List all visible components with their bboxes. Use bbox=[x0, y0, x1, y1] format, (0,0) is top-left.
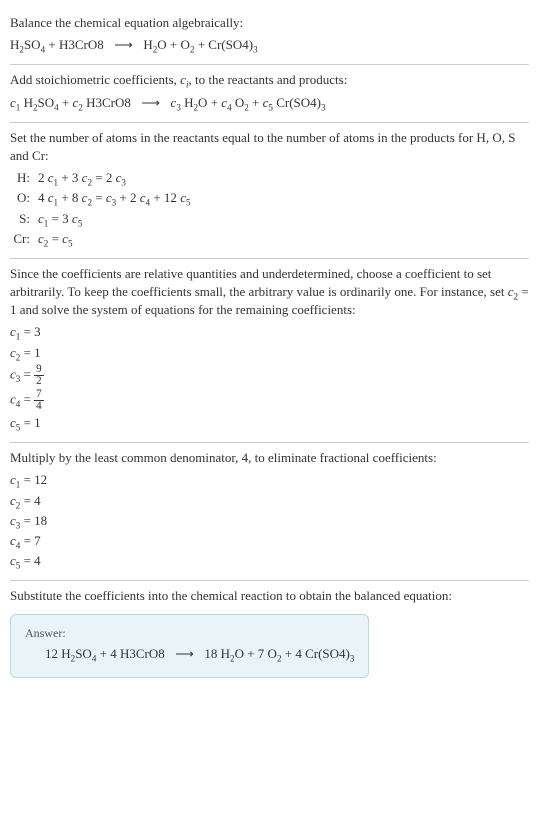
equation-with-coefficients: c1 H2SO4 + c2 H3CrO8 ⟶ c3 H2O + c4 O2 + … bbox=[10, 94, 529, 112]
section-title: Set the number of atoms in the reactants… bbox=[10, 129, 529, 165]
atom-equation: c2 = c5 bbox=[38, 230, 73, 248]
answer-label: Answer: bbox=[25, 625, 354, 642]
atom-equation: 2 c1 + 3 c2 = 2 c3 bbox=[38, 169, 126, 187]
atom-row-cr: Cr: c2 = c5 bbox=[10, 230, 529, 248]
coeff-row: c3 = 18 bbox=[10, 512, 529, 530]
section-title: Add stoichiometric coefficients, ci, to … bbox=[10, 71, 529, 89]
coeff-eq: c4 = 74 bbox=[10, 389, 44, 412]
section-text: Multiply by the least common denominator… bbox=[10, 449, 529, 467]
coeff-row: c4 = 74 bbox=[10, 389, 529, 412]
coeff-row: c5 = 4 bbox=[10, 552, 529, 570]
coeff-row: c2 = 1 bbox=[10, 344, 529, 362]
coeff-eq: c3 = 92 bbox=[10, 364, 44, 387]
coeff-eq: c5 = 1 bbox=[10, 414, 41, 432]
section-balance: Balance the chemical equation algebraica… bbox=[10, 8, 529, 65]
answer-box: Answer: 12 H2SO4 + 4 H3CrO8 ⟶ 18 H2O + 7… bbox=[10, 614, 369, 679]
coefficient-list-final: c1 = 12 c2 = 4 c3 = 18 c4 = 7 c5 = 4 bbox=[10, 471, 529, 570]
coeff-row: c2 = 4 bbox=[10, 492, 529, 510]
atom-equation: 4 c1 + 8 c2 = c3 + 2 c4 + 12 c5 bbox=[38, 189, 191, 207]
atom-equation-list: H: 2 c1 + 3 c2 = 2 c3 O: 4 c1 + 8 c2 = c… bbox=[10, 169, 529, 248]
balanced-equation: 12 H2SO4 + 4 H3CrO8 ⟶ 18 H2O + 7 O2 + 4 … bbox=[25, 645, 354, 663]
section-multiply-lcd: Multiply by the least common denominator… bbox=[10, 443, 529, 581]
section-text: Substitute the coefficients into the che… bbox=[10, 587, 529, 605]
coeff-row: c5 = 1 bbox=[10, 414, 529, 432]
coeff-row: c1 = 3 bbox=[10, 323, 529, 341]
coefficient-list-initial: c1 = 3 c2 = 1 c3 = 92 c4 = 74 c5 = 1 bbox=[10, 323, 529, 432]
coeff-eq: c1 = 12 bbox=[10, 471, 47, 489]
atom-row-s: S: c1 = 3 c5 bbox=[10, 210, 529, 228]
coeff-row: c4 = 7 bbox=[10, 532, 529, 550]
atom-label: H: bbox=[10, 169, 38, 187]
coeff-eq: c5 = 4 bbox=[10, 552, 41, 570]
atom-equation: c1 = 3 c5 bbox=[38, 210, 82, 228]
coeff-eq: c2 = 4 bbox=[10, 492, 41, 510]
coeff-eq: c2 = 1 bbox=[10, 344, 41, 362]
coeff-row: c1 = 12 bbox=[10, 471, 529, 489]
atom-row-h: H: 2 c1 + 3 c2 = 2 c3 bbox=[10, 169, 529, 187]
equation-unbalanced: H2SO4 + H3CrO8 ⟶ H2O + O2 + Cr(SO4)3 bbox=[10, 36, 529, 54]
atom-row-o: O: 4 c1 + 8 c2 = c3 + 2 c4 + 12 c5 bbox=[10, 189, 529, 207]
coeff-eq: c3 = 18 bbox=[10, 512, 47, 530]
section-answer: Substitute the coefficients into the che… bbox=[10, 581, 529, 684]
section-title: Balance the chemical equation algebraica… bbox=[10, 14, 529, 32]
section-stoichiometric: Add stoichiometric coefficients, ci, to … bbox=[10, 65, 529, 122]
coeff-row: c3 = 92 bbox=[10, 364, 529, 387]
atom-label: O: bbox=[10, 189, 38, 207]
atom-label: Cr: bbox=[10, 230, 38, 248]
coeff-eq: c4 = 7 bbox=[10, 532, 41, 550]
section-text: Since the coefficients are relative quan… bbox=[10, 265, 529, 320]
coeff-eq: c1 = 3 bbox=[10, 323, 41, 341]
section-initial-solution: Since the coefficients are relative quan… bbox=[10, 259, 529, 443]
atom-label: S: bbox=[10, 210, 38, 228]
section-atom-equations: Set the number of atoms in the reactants… bbox=[10, 123, 529, 259]
